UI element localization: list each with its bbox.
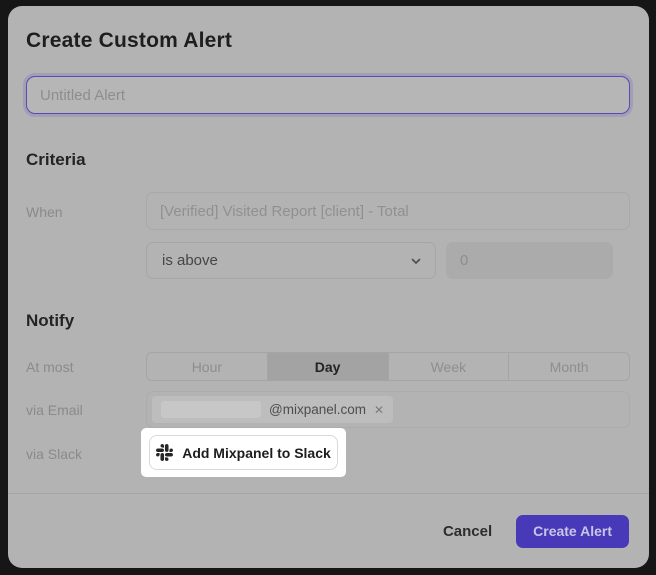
operator-dropdown[interactable]: is above bbox=[146, 242, 436, 279]
via-slack-label: via Slack bbox=[26, 446, 82, 462]
frequency-option-week[interactable]: Week bbox=[388, 353, 509, 380]
metric-value: [Verified] Visited Report [client] - Tot… bbox=[160, 203, 409, 220]
via-email-label: via Email bbox=[26, 402, 83, 418]
email-recipients-input[interactable]: @mixpanel.com ✕ bbox=[146, 391, 630, 428]
email-chip-redacted-name bbox=[161, 401, 261, 418]
slack-button-label: Add Mixpanel to Slack bbox=[182, 445, 331, 461]
add-mixpanel-to-slack-button[interactable]: Add Mixpanel to Slack bbox=[149, 435, 338, 470]
operator-value: is above bbox=[162, 252, 218, 269]
threshold-input[interactable]: 0 bbox=[446, 242, 613, 279]
create-alert-button[interactable]: Create Alert bbox=[516, 515, 629, 548]
chevron-down-icon bbox=[410, 255, 422, 267]
email-chip-domain: @mixpanel.com bbox=[269, 402, 366, 417]
dimmed-page-overlay: Create Custom Alert Untitled Alert Crite… bbox=[0, 0, 656, 575]
when-label: When bbox=[26, 204, 63, 220]
threshold-value: 0 bbox=[460, 252, 468, 269]
at-most-label: At most bbox=[26, 359, 73, 375]
cancel-button[interactable]: Cancel bbox=[443, 523, 492, 540]
email-chip-remove-icon[interactable]: ✕ bbox=[374, 404, 384, 416]
create-custom-alert-modal: Create Custom Alert Untitled Alert Crite… bbox=[8, 6, 649, 568]
frequency-option-day[interactable]: Day bbox=[267, 353, 388, 380]
metric-input[interactable]: [Verified] Visited Report [client] - Tot… bbox=[146, 192, 630, 230]
frequency-segmented-control: Hour Day Week Month bbox=[146, 352, 630, 381]
criteria-heading: Criteria bbox=[26, 150, 86, 170]
modal-footer: Cancel Create Alert bbox=[8, 493, 649, 568]
email-chip: @mixpanel.com ✕ bbox=[152, 396, 393, 423]
frequency-option-month[interactable]: Month bbox=[508, 353, 629, 380]
tutorial-spotlight: Add Mixpanel to Slack bbox=[141, 428, 346, 477]
alert-name-input[interactable]: Untitled Alert bbox=[26, 76, 630, 114]
alert-name-placeholder: Untitled Alert bbox=[40, 87, 125, 104]
notify-heading: Notify bbox=[26, 311, 74, 331]
modal-title: Create Custom Alert bbox=[26, 29, 232, 53]
slack-logo-icon bbox=[156, 444, 173, 461]
frequency-option-hour[interactable]: Hour bbox=[147, 353, 267, 380]
